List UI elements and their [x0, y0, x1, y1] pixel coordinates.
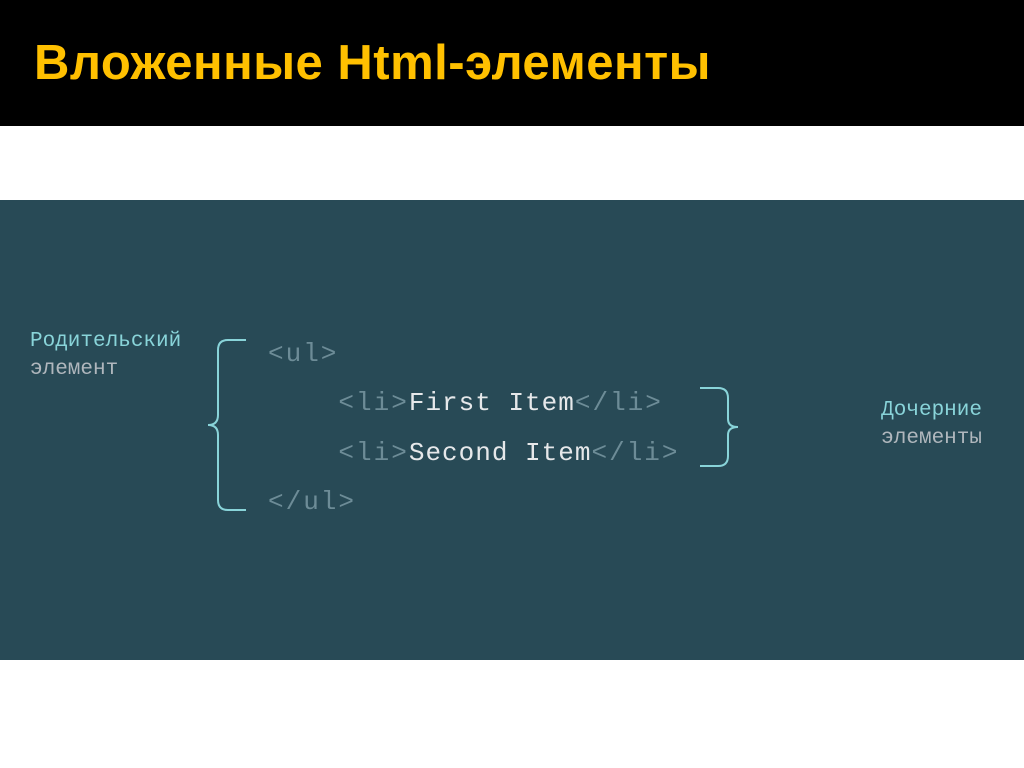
parent-bracket-icon	[206, 330, 246, 520]
slide: Вложенные Html-элементы Родительский эле…	[0, 0, 1024, 768]
li-open-tag-1: <li>	[338, 388, 408, 418]
item-2-text: Second Item	[409, 438, 592, 468]
child-label-line1: Дочерние	[881, 397, 982, 425]
li-open-tag-2: <li>	[338, 438, 408, 468]
parent-label-line1: Родительский	[30, 328, 181, 356]
item-1-text: First Item	[409, 388, 575, 418]
code-block: <ul> <li>First Item</li> <li>Second Item…	[268, 330, 680, 528]
slide-title: Вложенные Html-элементы	[34, 35, 711, 91]
ul-close-tag: </ul>	[268, 487, 356, 517]
code-panel: Родительский элемент <ul> <li>First Item…	[0, 200, 1024, 660]
spacer	[0, 128, 1024, 200]
ul-open-tag: <ul>	[268, 339, 338, 369]
li-close-tag-2: </li>	[591, 438, 679, 468]
slide-header: Вложенные Html-элементы	[0, 0, 1024, 128]
li-close-tag-1: </li>	[575, 388, 663, 418]
child-bracket-icon	[700, 382, 740, 472]
parent-label-line2: элемент	[30, 356, 181, 384]
parent-element-label: Родительский элемент	[30, 328, 181, 385]
child-elements-label: Дочерние элементы	[881, 397, 982, 454]
child-label-line2: элементы	[881, 425, 982, 453]
footer-spacer	[0, 660, 1024, 768]
